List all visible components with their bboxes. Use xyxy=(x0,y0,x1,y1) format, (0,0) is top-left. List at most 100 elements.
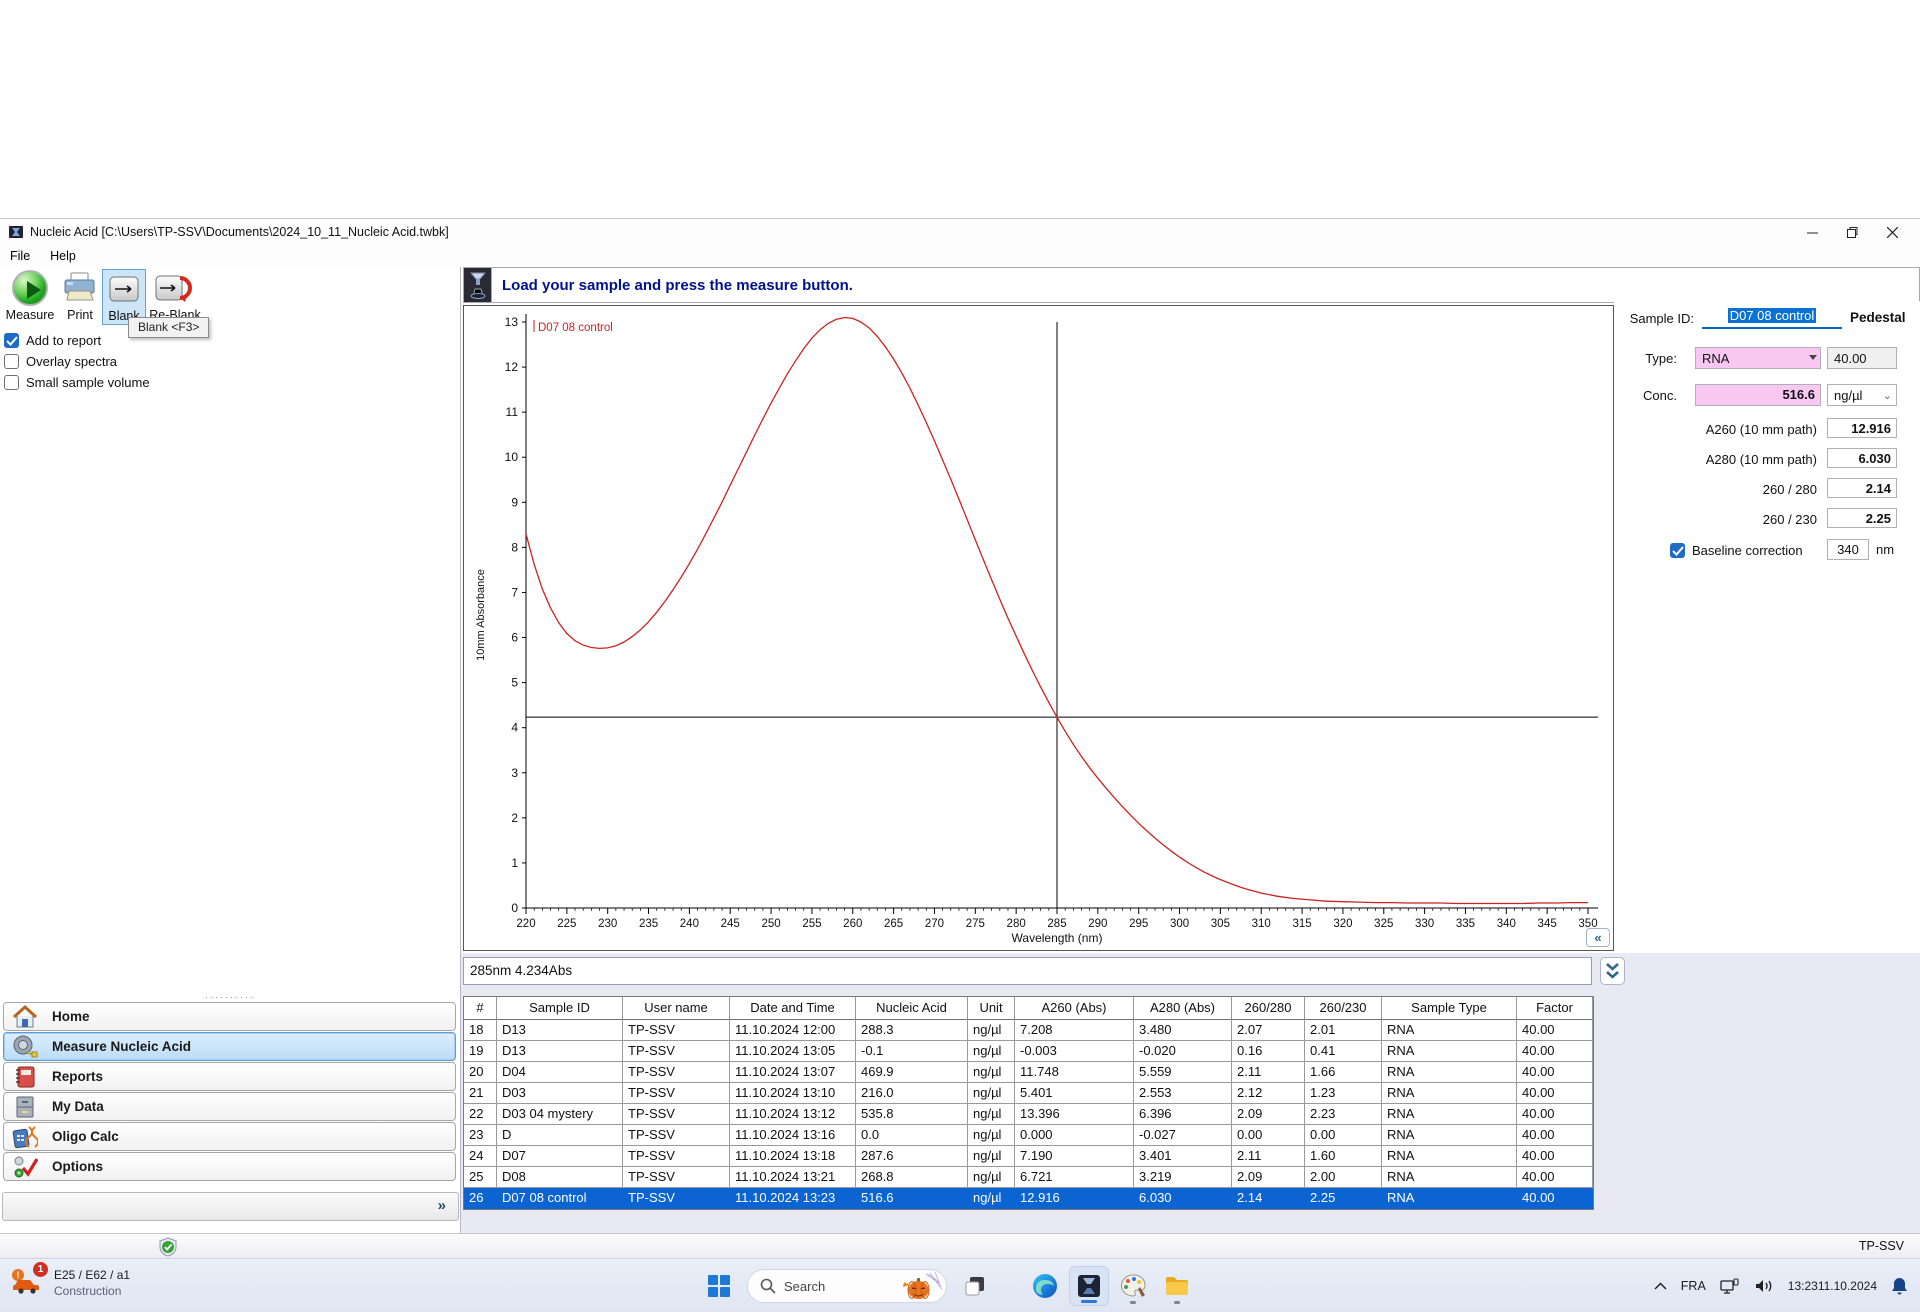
small-sample-volume-checkbox[interactable]: Small sample volume xyxy=(4,373,150,391)
taskbar-widget[interactable]: ! 1 E25 / E62 / a1 Construction xyxy=(10,1262,130,1301)
table-cell: 40.00 xyxy=(1517,1146,1593,1167)
svg-text:10: 10 xyxy=(505,450,519,464)
menubar: File Help xyxy=(0,245,1920,267)
svg-text:9: 9 xyxy=(511,495,518,509)
table-row[interactable]: 18 D13 TP-SSV 11.10.2024 12:00 288.3 ng/µl 7.2… xyxy=(464,1020,1593,1041)
table-cell: 40.00 xyxy=(1517,1083,1593,1104)
checkbox-icon xyxy=(4,374,19,390)
close-button[interactable] xyxy=(1872,219,1912,245)
table-row[interactable]: 26 D07 08 control TP-SSV 11.10.2024 13:23 51… xyxy=(464,1188,1593,1209)
checkbox-icon xyxy=(4,332,19,348)
conc-label: Conc. xyxy=(1643,388,1677,403)
table-cell: 3.219 xyxy=(1134,1167,1232,1188)
a260-label: A260 (10 mm path) xyxy=(1705,422,1817,437)
table-row[interactable]: 21 D03 TP-SSV 11.10.2024 13:10 216.0 ng/µl 5.4… xyxy=(464,1083,1593,1104)
clock[interactable]: 13:23 11.10.2024 xyxy=(1788,1279,1877,1294)
table-cell: RNA xyxy=(1382,1146,1517,1167)
paint-app-button[interactable] xyxy=(1113,1266,1153,1306)
oligo-calc-icon xyxy=(12,1125,38,1148)
menu-file[interactable]: File xyxy=(0,247,40,265)
sidebar-expander[interactable]: » xyxy=(438,1197,446,1214)
nanodrop-app-button[interactable] xyxy=(1069,1266,1109,1306)
logged-in-user: TP-SSV xyxy=(1858,1239,1904,1253)
blank-icon xyxy=(109,276,139,302)
table-row[interactable]: 24 D07 TP-SSV 11.10.2024 13:18 287.6 ng/µl 7.1… xyxy=(464,1146,1593,1167)
collapse-panel-button[interactable]: « xyxy=(1586,928,1610,947)
sidebar-item-reports[interactable]: Reports xyxy=(3,1062,456,1091)
table-cell: 26 xyxy=(464,1188,497,1209)
expand-readout-button[interactable] xyxy=(1600,957,1625,985)
svg-text:260: 260 xyxy=(843,918,862,930)
svg-text:280: 280 xyxy=(1007,918,1026,930)
restore-button[interactable] xyxy=(1832,219,1872,245)
folder-icon xyxy=(1166,1277,1188,1295)
table-row[interactable]: 22 D03 04 mystery TP-SSV 11.10.2024 13:12 53… xyxy=(464,1104,1593,1125)
table-cell: D xyxy=(497,1125,623,1146)
search-box[interactable]: Search xyxy=(747,1269,947,1303)
factor-field[interactable]: 40.00 xyxy=(1827,347,1897,369)
overlay-spectra-checkbox[interactable]: Overlay spectra xyxy=(4,352,117,370)
minimize-button[interactable] xyxy=(1792,219,1832,245)
table-cell: 216.0 xyxy=(856,1083,968,1104)
edge-browser-button[interactable] xyxy=(1025,1266,1065,1306)
table-cell: 6.721 xyxy=(1015,1167,1134,1188)
file-explorer-button[interactable] xyxy=(1157,1266,1197,1306)
table-cell: ng/µl xyxy=(968,1188,1015,1209)
baseline-unit-label: nm xyxy=(1876,542,1895,557)
show-hidden-icons-button[interactable] xyxy=(1654,1282,1667,1290)
table-cell: ng/µl xyxy=(968,1020,1015,1041)
table-row[interactable]: 23 D TP-SSV 11.10.2024 13:16 0.0 ng/µl 0.000 -0… xyxy=(464,1125,1593,1146)
type-dropdown[interactable]: RNA xyxy=(1695,347,1821,369)
sidebar-item-my-data[interactable]: My Data xyxy=(3,1092,456,1121)
task-view-button[interactable] xyxy=(955,1266,995,1306)
table-cell: 535.8 xyxy=(856,1104,968,1125)
sidebar-item-home[interactable]: Home xyxy=(3,1002,456,1031)
volume-tray-button[interactable] xyxy=(1754,1278,1774,1294)
cursor-readout: 285nm 4.234Abs xyxy=(463,957,1592,985)
network-icon xyxy=(1720,1277,1739,1294)
sidebar-item-measure-nucleic-acid[interactable]: Measure Nucleic Acid xyxy=(3,1032,456,1061)
language-indicator[interactable]: FRA xyxy=(1681,1279,1706,1293)
chevron-down-icon: ⌄ xyxy=(1882,390,1892,402)
widget-line2: Construction xyxy=(54,1284,122,1298)
sample-id-input[interactable]: D07 08 control xyxy=(1702,307,1842,329)
conc-unit-dropdown[interactable]: ng/µl ⌄ xyxy=(1827,384,1897,406)
table-row[interactable]: 19 D13 TP-SSV 11.10.2024 13:05 -0.1 ng/µl -0.0… xyxy=(464,1041,1593,1062)
svg-text:320: 320 xyxy=(1333,918,1352,930)
table-cell: 287.6 xyxy=(856,1146,968,1167)
table-cell: 11.10.2024 13:12 xyxy=(730,1104,856,1125)
table-row[interactable]: 20 D04 TP-SSV 11.10.2024 13:07 469.9 ng/µl 11.… xyxy=(464,1062,1593,1083)
column-header: Factor xyxy=(1517,997,1593,1020)
measurement-table: # Sample ID User name Date and Time Nucleic … xyxy=(463,996,1594,1210)
baseline-correction-checkbox[interactable]: Baseline correction xyxy=(1670,541,1803,559)
sidebar-item-oligo-calc[interactable]: Oligo Calc xyxy=(3,1122,456,1151)
running-app-indicator xyxy=(1130,1301,1136,1304)
double-chevron-down-icon xyxy=(1606,963,1619,979)
table-cell: 11.10.2024 13:07 xyxy=(730,1062,856,1083)
table-cell: D07 08 control xyxy=(497,1188,623,1209)
app-window: Nucleic Acid [C:\Users\TP-SSV\Documents\… xyxy=(0,218,1920,1259)
column-header: Sample Type xyxy=(1382,997,1517,1020)
start-button[interactable] xyxy=(699,1266,739,1306)
network-tray-button[interactable] xyxy=(1720,1277,1740,1295)
table-row[interactable]: 25 D08 TP-SSV 11.10.2024 13:21 268.8 ng/µl 6.7… xyxy=(464,1167,1593,1188)
spectrum-chart[interactable]: 0 1 2 3 4 5 6 7 8 9 10 11 12 13 220 225 230 235 240 245 250 2… xyxy=(463,305,1614,951)
table-cell: ng/µl xyxy=(968,1167,1015,1188)
add-to-report-checkbox[interactable]: Add to report xyxy=(4,331,101,349)
print-button[interactable]: Print xyxy=(58,269,102,325)
svg-text:3: 3 xyxy=(511,766,518,780)
menu-help[interactable]: Help xyxy=(40,247,86,265)
notifications-button[interactable] xyxy=(1891,1277,1908,1296)
table-cell: 3.480 xyxy=(1134,1020,1232,1041)
table-cell: 11.10.2024 13:23 xyxy=(730,1188,856,1209)
baseline-wavelength-field[interactable]: 340 xyxy=(1827,539,1869,560)
svg-text:310: 310 xyxy=(1252,918,1271,930)
table-cell: 3.401 xyxy=(1134,1146,1232,1167)
splitter-grip[interactable]: ·········· xyxy=(175,995,285,999)
measure-button[interactable]: Measure xyxy=(4,269,56,325)
app-icon xyxy=(9,226,23,238)
sidebar-item-options[interactable]: Options xyxy=(3,1152,456,1181)
table-cell: ng/µl xyxy=(968,1041,1015,1062)
chevron-up-icon xyxy=(1654,1282,1667,1290)
table-cell: RNA xyxy=(1382,1041,1517,1062)
